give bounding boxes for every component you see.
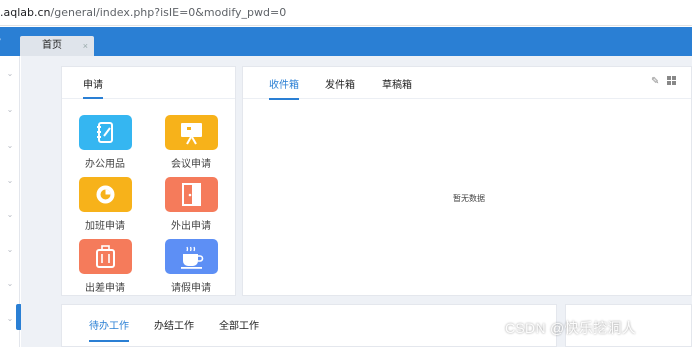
app-label: 出差申请: [85, 283, 125, 294]
app-top-bar: ◦: [0, 27, 692, 56]
tab-completed-work[interactable]: 办结工作: [154, 317, 194, 332]
work-panel: 待办工作 办结工作 全部工作: [61, 304, 557, 347]
app-overtime-request[interactable]: 加班申请: [75, 177, 135, 232]
app-label: 办公用品: [85, 159, 125, 170]
app-meeting-request[interactable]: 会议申请: [161, 115, 221, 170]
watermark-text: CSDN @快乐挖洞人: [505, 320, 637, 336]
mail-panel-header: 收件箱 发件箱 草稿箱 ✎: [243, 67, 691, 100]
close-icon[interactable]: ×: [83, 36, 88, 56]
url-host: .aqlab.cn: [0, 6, 51, 19]
edit-icon[interactable]: ✎: [651, 76, 659, 87]
tab-pending-work[interactable]: 待办工作: [89, 317, 129, 342]
sidebar-chevron-icon[interactable]: ⌄: [6, 246, 14, 254]
tab-home-label: 首页: [42, 40, 62, 51]
apply-panel-header: 申请: [62, 67, 235, 99]
app-label: 请假申请: [171, 283, 211, 294]
menu-toggle-icon[interactable]: ◦: [0, 34, 1, 44]
sidebar-chevron-icon[interactable]: ⌄: [6, 315, 14, 323]
tab-all-work[interactable]: 全部工作: [219, 317, 259, 332]
app-label: 加班申请: [85, 221, 125, 232]
coffee-cup-icon: [164, 239, 218, 274]
sidebar-chevron-icon[interactable]: ⌄: [6, 177, 14, 185]
app-business-trip-request[interactable]: 出差申请: [75, 239, 135, 294]
app-label: 外出申请: [171, 221, 211, 232]
tab-sent[interactable]: 发件箱: [325, 76, 355, 91]
tab-inbox[interactable]: 收件箱: [269, 76, 299, 100]
sidebar-chevron-icon[interactable]: ⌄: [6, 211, 14, 219]
app-leave-request[interactable]: 请假申请: [161, 239, 221, 294]
empty-state-text: 暂无数据: [453, 194, 485, 203]
door-exit-icon: [164, 177, 218, 212]
mail-panel: 收件箱 发件箱 草稿箱 ✎ 暂无数据: [242, 66, 692, 296]
sidebar-chevron-icon[interactable]: ⌄: [6, 142, 14, 150]
apply-panel: 申请 办公用品 会议申请 加班申请 外出申请 出差申请 请假申请: [61, 66, 236, 296]
suitcase-icon: [78, 239, 132, 274]
app-office-supplies[interactable]: 办公用品: [75, 115, 135, 170]
notebook-icon: [78, 115, 132, 150]
url-path: /general/index.php?isIE=0&modify_pwd=0: [50, 6, 287, 19]
sidebar-chevron-icon[interactable]: ⌄: [6, 70, 14, 78]
browser-address-bar[interactable]: .aqlab.cn/general/index.php?isIE=0&modif…: [0, 0, 692, 26]
presentation-board-icon: [164, 115, 218, 150]
app-outing-request[interactable]: 外出申请: [161, 177, 221, 232]
clock-icon: [78, 177, 132, 212]
app-label: 会议申请: [171, 159, 211, 170]
address-url[interactable]: .aqlab.cn/general/index.php?isIE=0&modif…: [0, 6, 286, 19]
tab-drafts[interactable]: 草稿箱: [382, 76, 412, 91]
grid-icon[interactable]: [667, 76, 676, 87]
left-sidebar: ⌄ ⌄ ⌄ ⌄ ⌄ ⌄ ⌄ ⌄: [0, 56, 22, 347]
sidebar-chevron-icon[interactable]: ⌄: [6, 106, 14, 114]
tab-home[interactable]: 首页 ×: [20, 36, 94, 56]
sidebar-chevron-icon[interactable]: ⌄: [6, 280, 14, 288]
apply-panel-title: 申请: [83, 76, 103, 99]
